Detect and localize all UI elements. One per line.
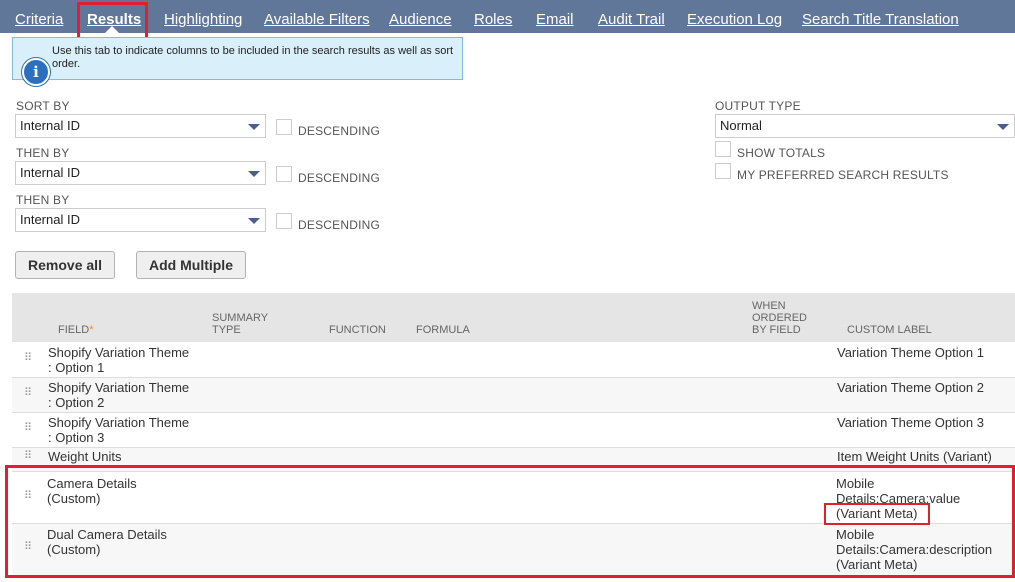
then-by-value: Internal ID (20, 165, 80, 180)
descending-label: DESCENDING (298, 124, 381, 138)
drag-handle-icon[interactable]: ⠿ (24, 388, 32, 399)
col-field: FIELD* (58, 324, 94, 336)
tab-highlighting[interactable]: Highlighting (164, 0, 242, 33)
info-message: i Use this tab to indicate columns to be… (12, 37, 463, 86)
preferred-results-checkbox[interactable] (715, 163, 731, 179)
tab-criteria[interactable]: Criteria (15, 0, 63, 33)
col-summary-type: SUMMARY TYPE (212, 312, 269, 336)
chevron-down-icon (248, 218, 260, 224)
remove-all-button[interactable]: Remove all (15, 251, 115, 279)
table-row[interactable]: ⠿ Dual Camera Details (Custom) Mobile De… (12, 524, 1015, 576)
then-by-select-2[interactable]: Internal ID (15, 208, 266, 232)
show-totals-checkbox[interactable] (715, 141, 731, 157)
chevron-down-icon (248, 124, 260, 130)
preferred-results-label: MY PREFERRED SEARCH RESULTS (737, 168, 949, 182)
output-type-value: Normal (720, 118, 762, 133)
row-field: Shopify Variation Theme : Option 1 (48, 345, 190, 375)
table-row[interactable]: ⠿ Shopify Variation Theme : Option 3 Var… (12, 413, 1015, 448)
table-row[interactable]: ⠿ Shopify Variation Theme : Option 2 Var… (12, 378, 1015, 413)
sort-by-label: SORT BY (16, 99, 70, 113)
drag-handle-icon[interactable]: ⠿ (24, 353, 32, 364)
descending-label: DESCENDING (298, 171, 381, 185)
row-custom-label: Variation Theme Option 2 (837, 380, 984, 395)
tab-audience[interactable]: Audience (389, 0, 452, 33)
results-table-header: FIELD* SUMMARY TYPE FUNCTION FORMULA WHE… (12, 293, 1015, 342)
then-by-descending-checkbox-1[interactable] (276, 166, 292, 182)
row-field: Shopify Variation Theme : Option 2 (48, 380, 190, 410)
tab-search-title-translation[interactable]: Search Title Translation (802, 0, 959, 33)
add-multiple-button[interactable]: Add Multiple (136, 251, 246, 279)
then-by-select-1[interactable]: Internal ID (15, 161, 266, 185)
then-by-label: THEN BY (16, 193, 70, 207)
sort-by-value: Internal ID (20, 118, 80, 133)
tab-audit-trail[interactable]: Audit Trail (598, 0, 665, 33)
drag-handle-icon[interactable]: ⠿ (24, 542, 32, 553)
required-mark: * (89, 324, 94, 336)
output-type-label: OUTPUT TYPE (715, 99, 801, 113)
show-totals-label: SHOW TOTALS (737, 146, 826, 160)
col-custom-label: CUSTOM LABEL (847, 324, 932, 336)
sort-by-descending-checkbox[interactable] (276, 119, 292, 135)
row-field: Dual Camera Details (Custom) (47, 527, 167, 557)
sort-by-select[interactable]: Internal ID (15, 114, 266, 138)
chevron-down-icon (997, 124, 1009, 130)
col-function: FUNCTION (329, 324, 386, 336)
drag-handle-icon[interactable]: ⠿ (24, 451, 32, 462)
tab-bar: Criteria Results Highlighting Available … (0, 0, 1015, 33)
row-field: Camera Details (Custom) (47, 476, 137, 506)
info-icon: i (22, 58, 50, 86)
row-custom-label: Mobile Details:Camera:description (Varia… (836, 527, 993, 572)
tab-execution-log[interactable]: Execution Log (687, 0, 782, 33)
chevron-down-icon (248, 171, 260, 177)
row-custom-label: Item Weight Units (Variant) (837, 449, 992, 464)
tab-email[interactable]: Email (536, 0, 574, 33)
tab-available-filters[interactable]: Available Filters (264, 0, 370, 33)
col-when-ordered: WHEN ORDERED BY FIELD (752, 300, 808, 336)
drag-handle-icon[interactable]: ⠿ (24, 423, 32, 434)
row-custom-label: Variation Theme Option 3 (837, 415, 984, 430)
then-by-descending-checkbox-2[interactable] (276, 213, 292, 229)
row-field: Weight Units (48, 449, 122, 464)
tab-roles[interactable]: Roles (474, 0, 512, 33)
row-field: Shopify Variation Theme : Option 3 (48, 415, 190, 445)
info-text: Use this tab to indicate columns to be i… (52, 45, 454, 70)
col-formula: FORMULA (416, 324, 470, 336)
then-by-label: THEN BY (16, 146, 70, 160)
row-custom-label: Mobile Details:Camera:value (Variant Met… (836, 476, 961, 521)
descending-label: DESCENDING (298, 218, 381, 232)
active-tab-caret (105, 26, 119, 33)
table-row[interactable]: ⠿ Shopify Variation Theme : Option 1 Var… (12, 343, 1015, 378)
drag-handle-icon[interactable]: ⠿ (24, 491, 32, 502)
table-row[interactable]: ⠿ Camera Details (Custom) Mobile Details… (12, 472, 1015, 524)
table-row[interactable]: ⠿ Weight Units Item Weight Units (Varian… (12, 448, 1015, 472)
then-by-value: Internal ID (20, 212, 80, 227)
output-type-select[interactable]: Normal (715, 114, 1015, 138)
row-custom-label: Variation Theme Option 1 (837, 345, 984, 360)
